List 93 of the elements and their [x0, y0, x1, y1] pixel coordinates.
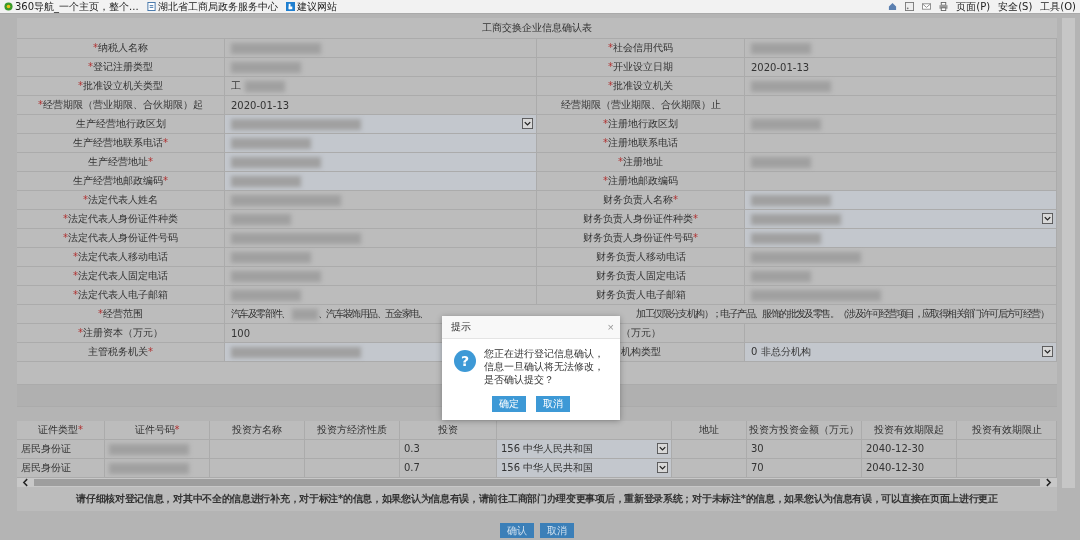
toolbar-menu[interactable]: 页面(P) [956, 0, 991, 14]
globe-icon [4, 2, 13, 11]
dropdown-icon[interactable] [1042, 346, 1053, 357]
scroll-right-icon[interactable] [1044, 478, 1053, 487]
table-cell: 30 [747, 440, 862, 458]
column-header: 证件类型* [17, 421, 105, 439]
field-label: *经营范围 [17, 305, 225, 324]
field-value: 工 [225, 77, 537, 96]
horizontal-scrollbar[interactable] [17, 478, 1057, 487]
field-label: *法定代表人电子邮箱 [17, 286, 225, 305]
toolbar-menu[interactable]: 安全(S) [998, 0, 1033, 14]
tile-icon [285, 2, 295, 11]
field-label: *注册资本（万元） [17, 324, 225, 343]
redacted-value [751, 270, 811, 282]
field-label: *注册地址 [537, 153, 745, 172]
column-header: 投资方投资金额（万元） [747, 421, 862, 439]
field-label: *法定代表人身份证件号码 [17, 229, 225, 248]
field-value[interactable] [225, 115, 537, 134]
field-label: 财务负责人电子邮箱 [537, 286, 745, 305]
field-value[interactable] [745, 210, 1057, 229]
redacted-value [751, 42, 811, 54]
field-label: *注册地行政区划 [537, 115, 745, 134]
field-label: 生产经营地址* [17, 153, 225, 172]
column-header: 投资有效期限止 [957, 421, 1057, 439]
field-value[interactable]: 0 非总分机构 [745, 343, 1057, 362]
field-label: 财务负责人移动电话 [537, 248, 745, 267]
field-label: *批准设立机关类型 [17, 77, 225, 96]
redacted-value [231, 175, 301, 187]
favorite-link[interactable]: 湖北省工商局政务服务中心 [146, 0, 278, 14]
form-title: 工商交换企业信息确认表 [17, 18, 1057, 39]
field-label: *经营期限（营业期限、合伙期限）起 [17, 96, 225, 115]
column-header: 证件号码* [105, 421, 210, 439]
field-value[interactable] [745, 229, 1057, 248]
country-select[interactable]: 156 中华人民共和国 [497, 459, 672, 477]
table-cell: 2040-12-30 [862, 440, 957, 458]
field-label: *注册地联系电话 [537, 134, 745, 153]
redacted-value [751, 118, 821, 130]
field-label: 财务负责人名称* [537, 191, 745, 210]
redacted-value [291, 308, 318, 320]
field-label: 主管税务机关* [17, 343, 225, 362]
column-header: 投资方名称 [210, 421, 305, 439]
table-cell: 居民身份证 [17, 440, 105, 458]
page-icon [146, 2, 156, 11]
table-cell: 2040-12-30 [862, 459, 957, 477]
redacted-value [751, 232, 821, 244]
redacted-value [231, 289, 301, 301]
field-label: 财务负责人身份证件种类* [537, 210, 745, 229]
field-value[interactable] [225, 134, 537, 153]
table-cell: 70 [747, 459, 862, 477]
question-icon: ? [454, 350, 476, 372]
field-value[interactable] [745, 191, 1057, 210]
field-label: 财务负责人身份证件号码* [537, 229, 745, 248]
dropdown-icon [657, 462, 668, 473]
dropdown-icon[interactable] [1042, 213, 1053, 224]
field-label: 财务负责人固定电话 [537, 267, 745, 286]
field-label: *开业设立日期 [537, 58, 745, 77]
field-label: *法定代表人固定电话 [17, 267, 225, 286]
column-header: 投资方经济性质 [305, 421, 400, 439]
column-header: 投资 [400, 421, 497, 439]
country-select[interactable]: 156 中华人民共和国 [497, 440, 672, 458]
field-label: 经营期限（营业期限、合伙期限）止 [537, 96, 745, 115]
field-label: *批准设立机关 [537, 77, 745, 96]
redacted-value [231, 213, 291, 225]
field-label: *社会信用代码 [537, 39, 745, 58]
table-cell: 居民身份证 [17, 459, 105, 477]
field-label: *法定代表人移动电话 [17, 248, 225, 267]
notice-text: 请仔细核对登记信息，对其中不全的信息进行补充，对于标注*的信息，如果您认为信息有误，请前往工商部门办理变更事项后，重新登录系统；对于未标注*的信息，如果您认为信息有误，可以直接在页面上进行更正 [75, 492, 999, 506]
field-label: *登记注册类型 [17, 58, 225, 77]
field-label: 生产经营地行政区划 [17, 115, 225, 134]
scroll-left-icon[interactable] [21, 478, 30, 487]
field-value[interactable] [225, 172, 537, 191]
field-label: 生产经营地联系电话* [17, 134, 225, 153]
printer-icon[interactable] [939, 2, 949, 11]
redacted-value [231, 61, 301, 73]
field-label: *注册地邮政编码 [537, 172, 745, 191]
feed-icon[interactable] [905, 2, 915, 11]
column-header: 地址 [672, 421, 747, 439]
favorite-link[interactable]: 建议网站 [285, 0, 337, 14]
field-label: *法定代表人身份证件种类 [17, 210, 225, 229]
home-icon[interactable] [888, 2, 898, 11]
favorite-link[interactable]: 360导航_一个主页，整个... [4, 0, 139, 14]
field-label: *纳税人名称 [17, 39, 225, 58]
column-header: 投资有效期限起 [862, 421, 957, 439]
mail-icon[interactable] [922, 2, 932, 11]
dropdown-icon[interactable] [522, 118, 533, 129]
redacted-value [751, 156, 811, 168]
field-value: 2020-01-13 [745, 58, 1057, 77]
dropdown-icon [657, 443, 668, 454]
field-value[interactable] [225, 153, 537, 172]
redacted-value [245, 80, 285, 92]
toolbar-menu[interactable]: 工具(O) [1040, 0, 1076, 14]
field-label: 生产经营地邮政编码* [17, 172, 225, 191]
field-label: *法定代表人姓名 [17, 191, 225, 210]
